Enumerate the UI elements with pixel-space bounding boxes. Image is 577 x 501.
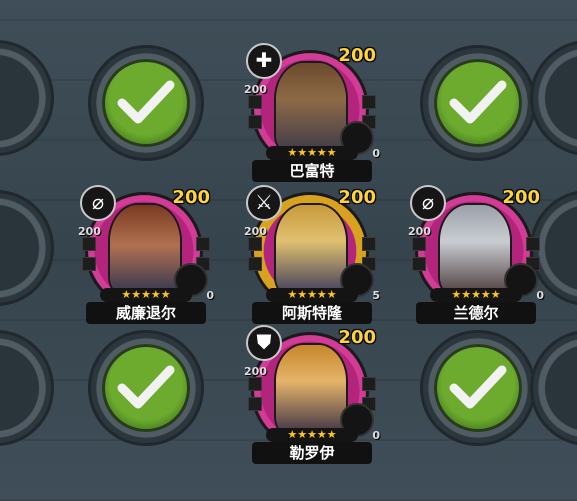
empty-slot[interactable] [0, 190, 54, 306]
hero-level: 200 [338, 45, 376, 66]
hero-name: 巴富特 [252, 160, 372, 182]
cross-icon: ✚ [246, 43, 282, 79]
star-rating: ★★★★★ [266, 428, 358, 442]
bow-icon: ⌀ [410, 185, 446, 221]
shield-icon: ⛊ [246, 325, 282, 361]
hero-portrait [110, 205, 180, 295]
equipment-slot [526, 237, 540, 251]
equipment-slot [248, 257, 262, 271]
empty-slot[interactable] [530, 40, 577, 156]
equipment-slot [248, 237, 262, 251]
hero-portrait [276, 205, 346, 295]
equipment-slot [412, 237, 426, 251]
equipment-slot [82, 237, 96, 251]
equipment-slot [196, 237, 210, 251]
hero-card[interactable]: ⛊ 200 200 0 ★★★★★ 勒罗伊 [244, 325, 380, 465]
checked-slot[interactable] [420, 45, 536, 161]
formation-board: ✚ 200 200 0 ★★★★★ 巴富特 ⌀ 200 200 0 ★★★★★ … [0, 0, 577, 501]
checkmark-badge [434, 344, 522, 432]
equipment-slot [82, 257, 96, 271]
checkmark-badge [434, 59, 522, 147]
checked-slot[interactable] [420, 330, 536, 446]
skill-cooldown-value: 0 [372, 429, 380, 442]
skill-cooldown-value: 0 [536, 289, 544, 302]
hero-card[interactable]: ✚ 200 200 0 ★★★★★ 巴富特 [244, 43, 380, 183]
hero-level: 200 [338, 327, 376, 348]
checked-slot[interactable] [88, 45, 204, 161]
hero-portrait [276, 63, 346, 153]
empty-slot[interactable] [0, 330, 54, 446]
equipment-slot [248, 95, 262, 109]
skill-cooldown-value: 5 [372, 289, 380, 302]
hero-card[interactable]: ⌀ 200 200 0 ★★★★★ 兰德尔 [408, 185, 544, 325]
star-rating: ★★★★★ [430, 288, 522, 302]
empty-slot[interactable] [530, 330, 577, 446]
skill-cooldown-value: 0 [206, 289, 214, 302]
equipment-slot [248, 397, 262, 411]
hero-level: 200 [172, 187, 210, 208]
empty-slot[interactable] [0, 40, 54, 156]
equipment-slot [412, 257, 426, 271]
hero-portrait [440, 205, 510, 295]
hero-card[interactable]: ⌀ 200 200 0 ★★★★★ 威廉退尔 [78, 185, 214, 325]
equipment-slot [248, 377, 262, 391]
hero-level: 200 [502, 187, 540, 208]
star-rating: ★★★★★ [100, 288, 192, 302]
hero-level: 200 [338, 187, 376, 208]
checkmark-icon [449, 80, 507, 124]
hero-name: 阿斯特隆 [252, 302, 372, 324]
hero-card[interactable]: ⚔ 200 200 5 ★★★★★ 阿斯特隆 [244, 185, 380, 325]
sword-icon: ⚔ [246, 185, 282, 221]
hero-name: 威廉退尔 [86, 302, 206, 324]
checked-slot[interactable] [88, 330, 204, 446]
equipment-slot [362, 237, 376, 251]
checkmark-icon [117, 80, 175, 124]
equipment-slot [362, 377, 376, 391]
bow-icon: ⌀ [80, 185, 116, 221]
checkmark-icon [449, 365, 507, 409]
star-rating: ★★★★★ [266, 288, 358, 302]
hero-name: 勒罗伊 [252, 442, 372, 464]
checkmark-badge [102, 59, 190, 147]
checkmark-icon [117, 365, 175, 409]
equipment-slot [248, 115, 262, 129]
hero-name: 兰德尔 [416, 302, 536, 324]
equipment-slot [362, 95, 376, 109]
hero-portrait [276, 345, 346, 435]
checkmark-badge [102, 344, 190, 432]
star-rating: ★★★★★ [266, 146, 358, 160]
skill-cooldown-value: 0 [372, 147, 380, 160]
